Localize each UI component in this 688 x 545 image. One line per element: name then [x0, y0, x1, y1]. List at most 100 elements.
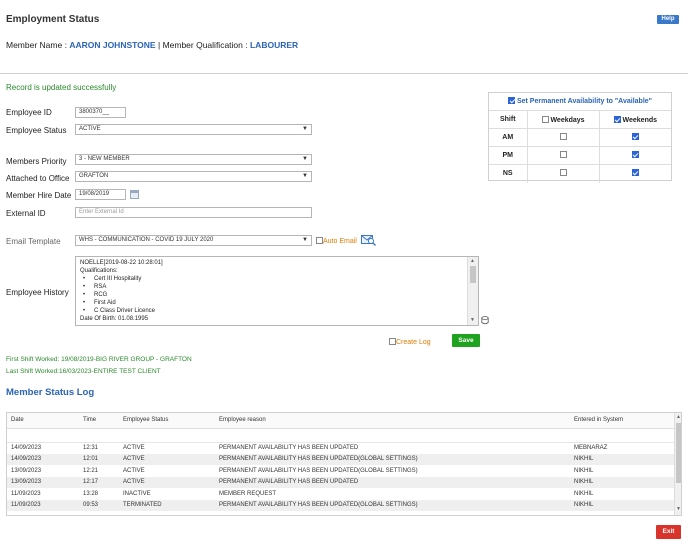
log-date: 14/09/2023: [11, 445, 42, 451]
availability-row-am: AM: [489, 128, 671, 147]
log-entered: NIKHIL: [570, 499, 674, 511]
scroll-down-icon[interactable]: ▼: [676, 506, 681, 512]
calendar-icon[interactable]: [130, 190, 139, 199]
table-row: 13/09/2023 12:21 ACTIVE PERMANENT AVAILABIL…: [7, 465, 674, 477]
employee-status-label: Employee Status: [6, 126, 67, 135]
log-scrollbar[interactable]: ▲ ▼: [674, 413, 681, 515]
hire-date-label: Member Hire Date: [6, 191, 72, 200]
log-time: 12:31: [83, 445, 99, 451]
log-reason: PERMANENT AVAILABILITY HAS BEEN UPDATED: [215, 476, 570, 488]
employee-id-label: Employee ID: [6, 108, 52, 117]
member-qualification-label: Member Qualification :: [162, 40, 248, 50]
scroll-down-icon[interactable]: ▼: [470, 317, 475, 323]
weekends-header-label: Weekends: [622, 116, 658, 124]
set-permanent-checkbox[interactable]: [508, 97, 516, 104]
log-status: TERMINATED: [119, 499, 215, 511]
scroll-up-icon[interactable]: ▲: [470, 258, 475, 264]
history-scroll-thumb[interactable]: [470, 266, 476, 283]
weekdays-header-label: Weekdays: [550, 116, 585, 124]
employee-id-input[interactable]: 3800370__: [75, 107, 126, 118]
exit-button[interactable]: Exit: [656, 525, 681, 539]
am-weekends-checkbox[interactable]: [631, 133, 639, 140]
table-row: 14/09/2023 12:31 ACTIVE PERMANENT AVAILABIL…: [7, 442, 674, 454]
log-col-date[interactable]: Date: [7, 413, 79, 429]
log-reason: PERMANENT AVAILABILITY HAS BEEN UPDATED: [219, 445, 359, 451]
history-line: Date Of Birth: 01.08.1995: [80, 316, 149, 322]
ns-weekends-checkbox[interactable]: [631, 169, 639, 177]
auto-email-label: Auto Email: [323, 238, 357, 245]
member-separator: |: [157, 40, 161, 50]
history-line: RCG: [80, 291, 474, 299]
auto-email-checkbox[interactable]: [316, 237, 323, 244]
history-line: NOELLE[2019-08-22 10:28:01]: [80, 260, 163, 266]
success-message: Record is updated successfully: [6, 83, 117, 92]
log-date: 14/09/2023: [7, 453, 79, 465]
auto-email-toggle[interactable]: Auto Email: [316, 236, 357, 245]
log-entered: MEBNARAZ: [574, 445, 608, 451]
table-row: 11/09/2023 13:28 INACTIVE MEMBER REQUEST NIK…: [7, 488, 674, 500]
log-time: 13:28: [83, 490, 99, 497]
help-button[interactable]: Help: [657, 15, 679, 24]
am-weekdays-checkbox[interactable]: [559, 133, 567, 140]
ns-weekdays-checkbox[interactable]: [559, 169, 567, 177]
attached-office-select[interactable]: GRAFTON ▼: [75, 171, 312, 182]
availability-row-pm: PM: [489, 146, 671, 165]
history-scrollbar[interactable]: ▲ ▼: [467, 257, 478, 325]
external-id-input[interactable]: Enter External Id: [75, 207, 312, 218]
members-priority-select[interactable]: 3 - NEW MEMBER ▼: [75, 154, 312, 165]
save-button[interactable]: Save: [452, 334, 480, 347]
availability-row-ns: NS: [489, 164, 671, 183]
log-scroll-thumb[interactable]: [676, 423, 681, 483]
availability-panel: Set Permanent Availability to "Available…: [488, 92, 672, 183]
chevron-down-icon: ▼: [302, 156, 308, 162]
log-date: 13/09/2023: [11, 467, 42, 474]
log-col-reason[interactable]: Employee reason: [215, 413, 570, 429]
set-permanent-label: Set Permanent Availability to "Available…: [516, 98, 652, 105]
history-line: Qualifications:: [80, 268, 118, 274]
employee-status-select[interactable]: ACTIVE ▼: [75, 124, 312, 135]
log-col-entered[interactable]: Entered in System: [570, 413, 674, 429]
create-log-toggle[interactable]: Create Log: [389, 337, 431, 346]
history-line: C Class Driver Licence: [80, 307, 474, 315]
scroll-up-icon[interactable]: ▲: [676, 414, 681, 420]
log-filter-row: [7, 428, 674, 443]
log-entered: NIKHIL: [570, 453, 674, 465]
shift-label: NS: [489, 164, 527, 183]
external-id-label: External ID: [6, 209, 46, 218]
log-status: ACTIVE: [123, 467, 145, 474]
weekdays-all-checkbox[interactable]: [541, 115, 549, 123]
history-line: First Aid: [80, 299, 474, 307]
chevron-down-icon: ▼: [302, 237, 308, 243]
log-date: 13/09/2023: [7, 476, 79, 488]
log-entered: NIKHIL: [570, 476, 674, 488]
availability-table: Shift Weekdays Weekends AM PM NS: [489, 110, 671, 183]
weekdays-header[interactable]: Weekdays: [526, 110, 600, 129]
log-time: 12:21: [83, 467, 99, 474]
members-priority-value: 3 - NEW MEMBER: [79, 156, 130, 162]
log-date: 11/09/2023: [7, 499, 79, 511]
history-line: Cert III Hospitality: [80, 275, 474, 283]
set-permanent-availability[interactable]: Set Permanent Availability to "Available…: [489, 93, 671, 110]
first-shift-worked: First Shift Worked: 19/08/2019-BIG RIVER…: [6, 356, 192, 363]
weekends-header[interactable]: Weekends: [598, 110, 671, 129]
employee-history-textarea[interactable]: NOELLE[2019-08-22 10:28:01] Qualificatio…: [75, 256, 479, 326]
email-preview-icon[interactable]: [361, 233, 376, 246]
log-reason: PERMANENT AVAILABILITY HAS BEEN UPDATED(…: [219, 467, 418, 474]
email-template-select[interactable]: WHS - COMMUNICATION - COVID 19 JULY 2020…: [75, 235, 312, 246]
table-row: 11/09/2023 09:53 TERMINATED PERMANENT AVAIL…: [7, 499, 674, 511]
create-log-checkbox[interactable]: [389, 338, 396, 345]
chevron-down-icon: ▼: [302, 126, 308, 132]
weekends-all-checkbox[interactable]: [613, 115, 621, 123]
history-clear-icon[interactable]: [481, 316, 489, 325]
pm-weekends-checkbox[interactable]: [631, 151, 639, 158]
chevron-down-icon: ▼: [302, 173, 308, 179]
log-col-status[interactable]: Employee Status: [119, 413, 215, 429]
log-time: 09:53: [79, 499, 119, 511]
pm-weekdays-checkbox[interactable]: [559, 151, 567, 158]
log-reason: PERMANENT AVAILABILITY HAS BEEN UPDATED(…: [215, 453, 570, 465]
hire-date-input[interactable]: 19/08/2019: [75, 189, 126, 200]
log-col-time[interactable]: Time: [79, 413, 119, 429]
log-entered: NIKHIL: [574, 490, 594, 497]
log-time: 12:17: [79, 476, 119, 488]
employee-status-value: ACTIVE: [79, 126, 101, 132]
